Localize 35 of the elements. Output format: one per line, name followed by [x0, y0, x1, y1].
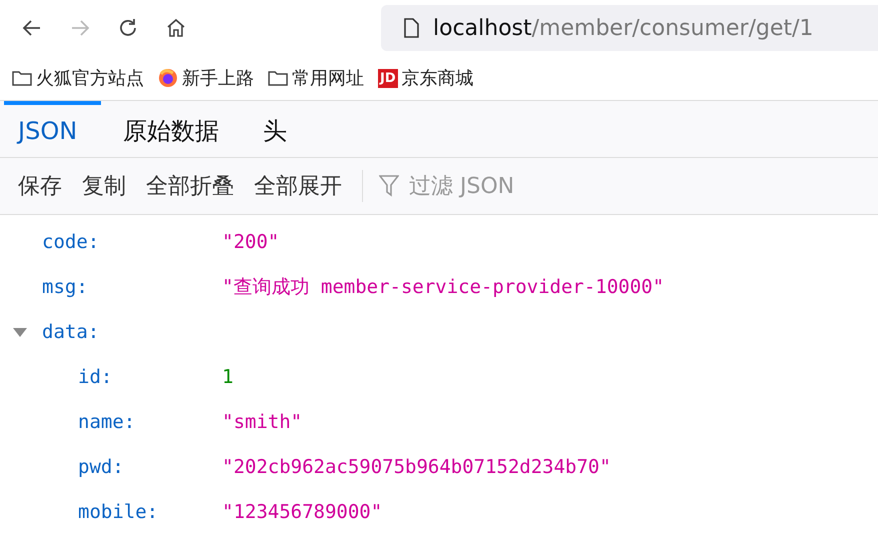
- json-value: "200": [222, 230, 280, 252]
- folder-icon: [268, 70, 288, 86]
- json-key: name:: [78, 410, 222, 432]
- json-value: "123456789000": [222, 500, 382, 522]
- bookmark-item[interactable]: 新手上路: [158, 66, 254, 90]
- filter-icon: [379, 174, 399, 198]
- bookmark-item[interactable]: JD 京东商城: [378, 66, 474, 90]
- reload-icon[interactable]: [117, 17, 139, 39]
- tab[interactable]: 头: [241, 101, 310, 157]
- globe-icon: [158, 68, 178, 88]
- toolbar-button[interactable]: 全部折叠: [136, 171, 244, 201]
- json-key: data:: [42, 320, 222, 342]
- json-key: id:: [78, 366, 222, 388]
- toolbar-button[interactable]: 复制: [72, 171, 136, 201]
- filter-field[interactable]: 过滤 JSON: [373, 172, 617, 200]
- json-key: pwd:: [78, 456, 222, 478]
- url-text: localhost/member/consumer/get/1: [433, 16, 814, 40]
- json-value: 1: [222, 366, 234, 388]
- toolbar-button[interactable]: 保存: [8, 171, 72, 201]
- home-icon[interactable]: [165, 17, 187, 39]
- bookmark-item[interactable]: 常用网址: [268, 66, 364, 90]
- json-key: mobile:: [78, 500, 222, 522]
- json-value: "202cb962ac59075b964b07152d234b70": [222, 456, 611, 478]
- tab[interactable]: 原始数据: [101, 101, 242, 157]
- json-value: "查询成功 member-service-provider-10000": [222, 274, 664, 300]
- toolbar-button[interactable]: 全部展开: [244, 171, 352, 201]
- page-icon: [403, 18, 419, 38]
- json-key: msg:: [42, 276, 222, 298]
- folder-icon: [12, 70, 32, 86]
- json-key: code:: [42, 230, 222, 252]
- json-value: "smith": [222, 410, 302, 432]
- jd-logo-icon: JD: [378, 68, 398, 88]
- bookmark-item[interactable]: 火狐官方站点: [12, 66, 144, 90]
- collapse-caret-icon[interactable]: [12, 326, 28, 338]
- address-bar[interactable]: localhost/member/consumer/get/1: [381, 5, 878, 51]
